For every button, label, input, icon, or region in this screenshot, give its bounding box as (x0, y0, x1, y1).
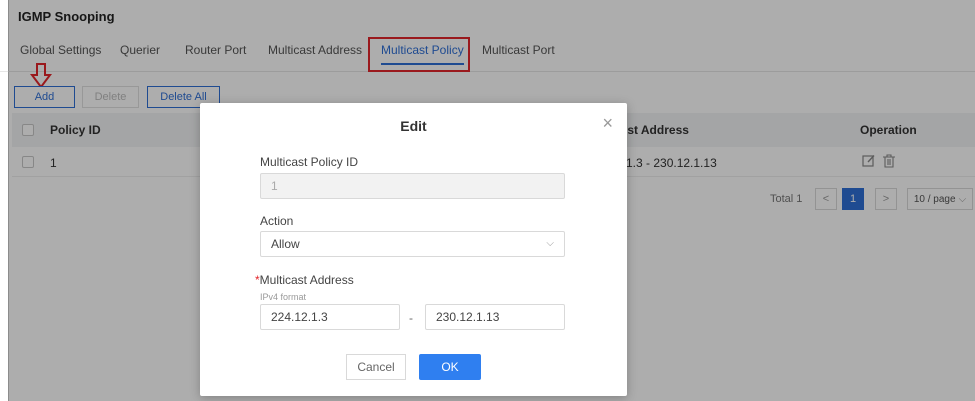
action-select[interactable]: Allow ⌵ (260, 231, 565, 257)
address-label-text: Multicast Address (259, 273, 354, 287)
policy-id-value: 1 (271, 179, 278, 193)
address-separator: - (409, 311, 413, 325)
close-icon[interactable]: × (602, 113, 613, 134)
address-end-input[interactable]: 230.12.1.13 (425, 304, 565, 330)
address-hint: IPv4 format (260, 292, 307, 302)
address-label: *Multicast Address (255, 273, 354, 287)
ok-button[interactable]: OK (419, 354, 481, 380)
policy-id-field: 1 (260, 173, 565, 199)
policy-id-label: Multicast Policy ID (260, 155, 359, 169)
edit-dialog: Edit × Multicast Policy ID 1 Action Allo… (200, 103, 627, 396)
action-label: Action (260, 214, 294, 228)
address-start-input[interactable]: 224.12.1.3 (260, 304, 400, 330)
chevron-down-icon: ⌵ (546, 238, 554, 249)
action-value: Allow (271, 237, 300, 251)
address-start-value: 224.12.1.3 (271, 310, 328, 324)
dialog-title: Edit (400, 118, 427, 134)
address-end-value: 230.12.1.13 (436, 310, 500, 324)
cancel-button[interactable]: Cancel (346, 354, 406, 380)
